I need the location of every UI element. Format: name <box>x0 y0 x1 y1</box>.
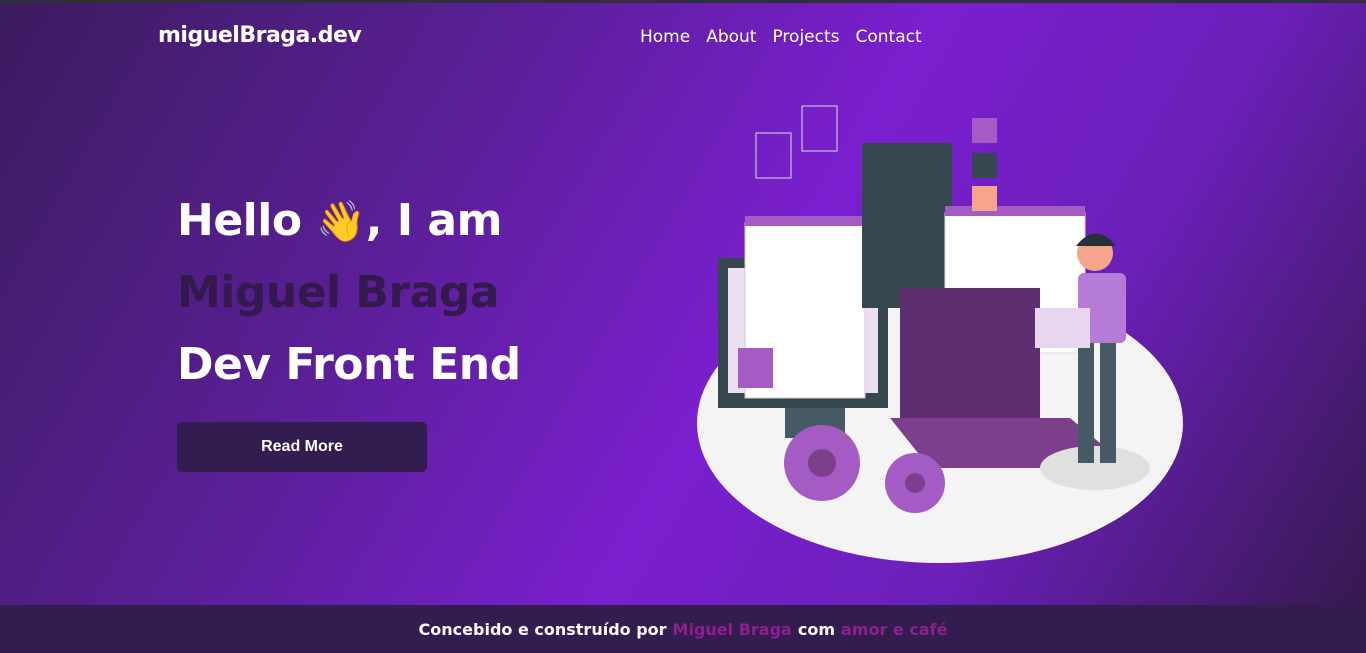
main-nav: Home About Projects Contact <box>640 27 922 47</box>
greeting-text: Hello <box>177 195 302 246</box>
footer-prefix: Concebido e construído por <box>418 619 667 639</box>
site-footer: Concebido e construído por Miguel Braga … <box>0 605 1366 653</box>
footer-middle: com <box>797 619 835 639</box>
nav-contact[interactable]: Contact <box>856 27 922 47</box>
wave-emoji-icon: 👋 <box>316 199 366 245</box>
footer-suffix: amor e café <box>841 619 948 639</box>
greeting-end: , I am <box>365 195 503 246</box>
nav-projects[interactable]: Projects <box>772 27 839 47</box>
role-heading: Dev Front End <box>177 339 521 390</box>
developer-illustration <box>697 105 1183 563</box>
read-more-button[interactable]: Read More <box>177 422 427 472</box>
nav-home[interactable]: Home <box>640 27 690 47</box>
hero-section: miguelBraga.dev Home About Projects Cont… <box>0 3 1366 605</box>
name-heading: Miguel Braga <box>177 267 500 318</box>
site-logo[interactable]: miguelBraga.dev <box>158 23 362 48</box>
footer-author: Miguel Braga <box>672 619 792 639</box>
nav-about[interactable]: About <box>706 27 756 47</box>
greeting-heading: Hello 👋, I am <box>177 195 502 246</box>
